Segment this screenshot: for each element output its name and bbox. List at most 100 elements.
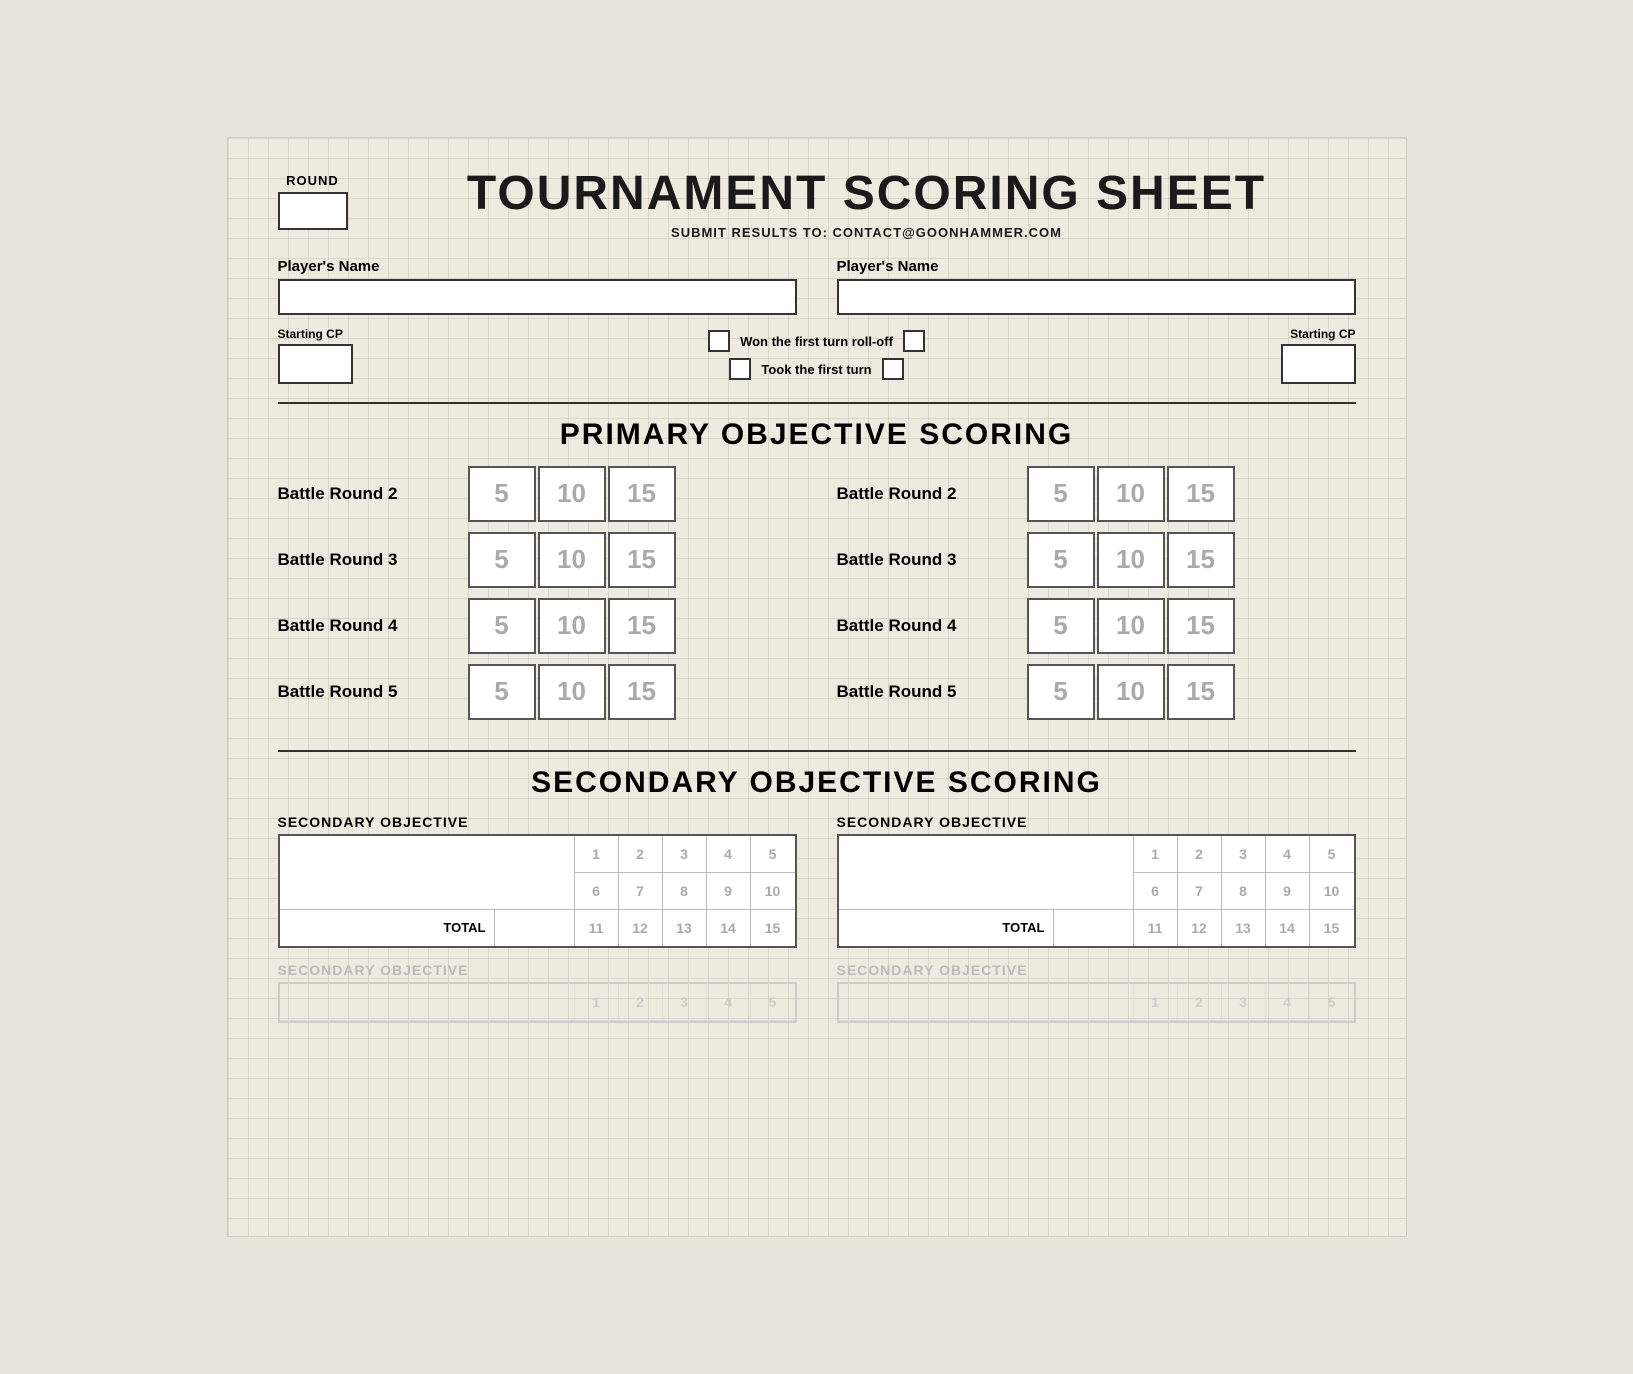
r-score-box-15b[interactable]: 15: [1167, 532, 1235, 588]
score-box-10[interactable]: 10: [538, 466, 606, 522]
r-num-13[interactable]: 13: [1222, 910, 1266, 946]
player1-name-input[interactable]: [278, 279, 797, 315]
secondary-left-name-field[interactable]: [280, 836, 574, 910]
num2-2[interactable]: 2: [619, 984, 663, 1020]
secondary-left-name-field-2[interactable]: [280, 984, 574, 1021]
r-num-3[interactable]: 3: [1222, 836, 1266, 872]
num-10[interactable]: 10: [751, 873, 795, 909]
r-score-box-5c[interactable]: 5: [1027, 598, 1095, 654]
r-score-box-10[interactable]: 10: [1097, 466, 1165, 522]
header-area: ROUND TOURNAMENT SCORING SHEET SUBMIT RE…: [278, 168, 1356, 240]
roll-off-checkbox-right[interactable]: [903, 330, 925, 352]
r-num-12[interactable]: 12: [1178, 910, 1222, 946]
r-num-11[interactable]: 11: [1134, 910, 1178, 946]
r-num2-2[interactable]: 2: [1178, 984, 1222, 1020]
cp-left-input[interactable]: [278, 344, 353, 384]
num-7[interactable]: 7: [619, 873, 663, 909]
num-8[interactable]: 8: [663, 873, 707, 909]
num-14[interactable]: 14: [707, 910, 751, 946]
battle-round-2-right-label: Battle Round 2: [837, 484, 1027, 504]
r-num-6[interactable]: 6: [1134, 873, 1178, 909]
r-num-10[interactable]: 10: [1310, 873, 1354, 909]
score-box-5c[interactable]: 5: [468, 598, 536, 654]
round-label: ROUND: [286, 173, 339, 188]
secondary-left-total-input[interactable]: [494, 910, 574, 946]
num2-4[interactable]: 4: [707, 984, 751, 1020]
r-score-box-10b[interactable]: 10: [1097, 532, 1165, 588]
r-num-8[interactable]: 8: [1222, 873, 1266, 909]
num2-1[interactable]: 1: [575, 984, 619, 1020]
primary-grid: Battle Round 2 5 10 15 Battle Round 3 5 …: [278, 466, 1356, 730]
secondary-left-table: TOTAL 1 2 3 4 5 6: [278, 834, 797, 948]
num-3[interactable]: 3: [663, 836, 707, 872]
cp-left: Starting CP: [278, 327, 353, 384]
r-num2-5[interactable]: 5: [1310, 984, 1354, 1020]
secondary-right-name-area: TOTAL: [839, 836, 1134, 946]
first-turn-checkbox-left[interactable]: [729, 358, 751, 380]
num-4[interactable]: 4: [707, 836, 751, 872]
num-6[interactable]: 6: [575, 873, 619, 909]
score-box-15d[interactable]: 15: [608, 664, 676, 720]
secondary-right-nums-top-2: 1 2 3 4 5: [1134, 984, 1354, 1021]
score-box-15b[interactable]: 15: [608, 532, 676, 588]
score-box-10c[interactable]: 10: [538, 598, 606, 654]
r-num-5[interactable]: 5: [1310, 836, 1354, 872]
num-5[interactable]: 5: [751, 836, 795, 872]
num-9[interactable]: 9: [707, 873, 751, 909]
player1-label: Player's Name: [278, 258, 797, 275]
r-num-1[interactable]: 1: [1134, 836, 1178, 872]
num2-3[interactable]: 3: [663, 984, 707, 1020]
player2-name-input[interactable]: [837, 279, 1356, 315]
cp-right-input[interactable]: [1281, 344, 1356, 384]
score-box-5b[interactable]: 5: [468, 532, 536, 588]
roll-off-row: Won the first turn roll-off: [708, 330, 925, 352]
score-box-10b[interactable]: 10: [538, 532, 606, 588]
secondary-right-name-field[interactable]: [839, 836, 1133, 910]
r-num-2[interactable]: 2: [1178, 836, 1222, 872]
r-num2-4[interactable]: 4: [1266, 984, 1310, 1020]
secondary-right-total-area: TOTAL: [839, 910, 1133, 946]
r-num2-1[interactable]: 1: [1134, 984, 1178, 1020]
battle-round-5-left: Battle Round 5 5 10 15: [278, 664, 797, 720]
r-num-14[interactable]: 14: [1266, 910, 1310, 946]
num-1[interactable]: 1: [575, 836, 619, 872]
r-num-15[interactable]: 15: [1310, 910, 1354, 946]
r-score-box-15d[interactable]: 15: [1167, 664, 1235, 720]
r-score-box-5[interactable]: 5: [1027, 466, 1095, 522]
num-2[interactable]: 2: [619, 836, 663, 872]
num-12[interactable]: 12: [619, 910, 663, 946]
score-box-15c[interactable]: 15: [608, 598, 676, 654]
secondary-title: SECONDARY OBJECTIVE SCORING: [278, 766, 1356, 800]
roll-off-checkbox-left[interactable]: [708, 330, 730, 352]
score-box-5d[interactable]: 5: [468, 664, 536, 720]
secondary-left-col: SECONDARY OBJECTIVE TOTAL 1 2: [278, 814, 797, 948]
r-score-box-5b[interactable]: 5: [1027, 532, 1095, 588]
r-num-7[interactable]: 7: [1178, 873, 1222, 909]
first-turn-text: Took the first turn: [761, 362, 871, 377]
first-turn-checkbox-right[interactable]: [882, 358, 904, 380]
r-num-4[interactable]: 4: [1266, 836, 1310, 872]
page: ROUND TOURNAMENT SCORING SHEET SUBMIT RE…: [227, 137, 1407, 1237]
r-num-9[interactable]: 9: [1266, 873, 1310, 909]
secondary-right-name-field-2[interactable]: [839, 984, 1133, 1021]
battle-round-3-left: Battle Round 3 5 10 15: [278, 532, 797, 588]
r-score-box-15c[interactable]: 15: [1167, 598, 1235, 654]
r-score-box-15[interactable]: 15: [1167, 466, 1235, 522]
primary-divider: [278, 402, 1356, 404]
num-11[interactable]: 11: [575, 910, 619, 946]
r-score-box-10c[interactable]: 10: [1097, 598, 1165, 654]
title-area: TOURNAMENT SCORING SHEET SUBMIT RESULTS …: [378, 168, 1356, 240]
score-box-15[interactable]: 15: [608, 466, 676, 522]
r-num2-3[interactable]: 3: [1222, 984, 1266, 1020]
round-input[interactable]: [278, 192, 348, 230]
secondary-right-nums-mid: 6 7 8 9 10: [1134, 873, 1354, 910]
battle-round-5-right-label: Battle Round 5: [837, 682, 1027, 702]
score-box-10d[interactable]: 10: [538, 664, 606, 720]
num2-5[interactable]: 5: [751, 984, 795, 1020]
num-13[interactable]: 13: [663, 910, 707, 946]
num-15[interactable]: 15: [751, 910, 795, 946]
secondary-right-total-input[interactable]: [1053, 910, 1133, 946]
r-score-box-10d[interactable]: 10: [1097, 664, 1165, 720]
r-score-box-5d[interactable]: 5: [1027, 664, 1095, 720]
score-box-5[interactable]: 5: [468, 466, 536, 522]
